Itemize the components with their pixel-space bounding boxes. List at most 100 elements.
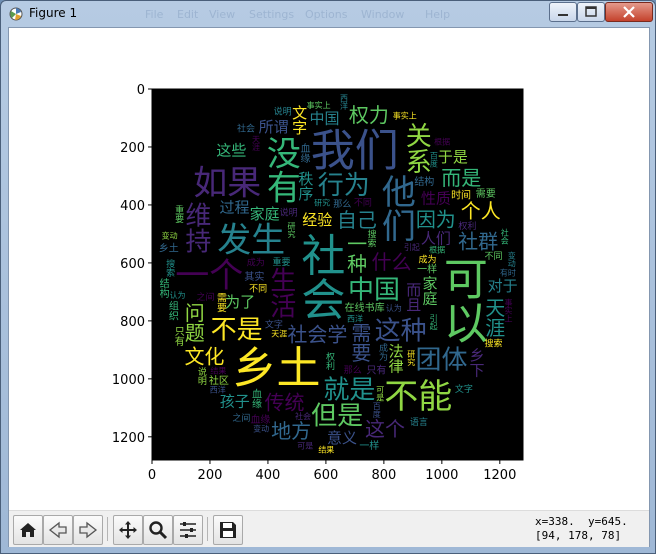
wordcloud-word: 权利	[324, 351, 335, 370]
wordcloud-word: 家庭	[421, 275, 439, 306]
save-button[interactable]	[213, 515, 243, 545]
wordcloud-word: 那么	[344, 365, 362, 376]
wordcloud-word: 结构	[414, 175, 434, 188]
wordcloud-word: 社会	[295, 411, 311, 421]
wordcloud-word: 生活	[266, 266, 296, 318]
window-client-area: 我们 社会 可以 乡土 一个 他们 没有 如果 不能 发生 这种 就是 但是 不是 生活 团体 中国 维持 关系 行为…	[8, 27, 650, 547]
navigation-toolbar: x=338. y=645. [94, 178, 78]	[9, 510, 649, 547]
wordcloud-word: 百度	[429, 152, 438, 169]
home-button[interactable]	[13, 515, 43, 545]
wordcloud-word: 文字	[265, 318, 283, 330]
wordcloud-word: 认为	[170, 290, 186, 300]
wordcloud-word: 家庭	[250, 205, 280, 223]
wordcloud-word: 社会	[293, 232, 344, 320]
x-tick-label: 0	[148, 468, 156, 483]
wordcloud-word: 不同	[249, 284, 267, 295]
wordcloud-word: 孩子	[220, 393, 250, 411]
configure-subplots-button[interactable]	[173, 515, 203, 545]
wordcloud-word: 秩序	[296, 171, 314, 202]
wordcloud-word: 我们	[311, 125, 399, 176]
wordcloud-word: 意义	[327, 429, 357, 447]
zoom-icon	[149, 521, 168, 540]
wordcloud-word: 成为	[247, 257, 265, 269]
toolbar-separator	[207, 517, 208, 541]
wordcloud-word: 乡土	[159, 242, 179, 255]
x-tick-label: 600	[313, 468, 338, 483]
wordcloud-word: 结构	[157, 277, 169, 299]
menu-hint-options: Options	[305, 8, 348, 21]
menu-hint-settings: Settings	[249, 8, 295, 21]
wordcloud-word: 血缘	[249, 388, 261, 409]
forward-button[interactable]	[73, 515, 103, 545]
wordcloud-word: 西洋	[347, 314, 363, 324]
wordcloud-word: 行为	[318, 171, 370, 201]
wordcloud-word: 自己	[337, 208, 377, 232]
y-tick-label: 0	[137, 83, 145, 98]
wordcloud-word: 一种	[344, 234, 368, 274]
wordcloud-word: 天涯	[482, 297, 506, 337]
wordcloud-word: 一样	[417, 262, 437, 275]
menu-hint-edit: Edit	[177, 8, 199, 21]
wordcloud-word: 权力	[349, 103, 389, 127]
wordcloud-word: 不同	[354, 198, 372, 209]
wordcloud-word: 社会学	[287, 323, 347, 347]
menu-hint-help: Help	[425, 8, 451, 21]
wordcloud-word: 这个	[365, 417, 405, 441]
x-tick-label: 1200	[483, 468, 516, 483]
wordcloud-word: 根据	[434, 136, 450, 146]
wordcloud-word: 性质	[421, 189, 451, 207]
wordcloud-word: 可是	[297, 441, 313, 450]
wordcloud-word: 百度	[372, 402, 381, 419]
cursor-rgb-readout: [94, 178, 78]	[535, 529, 622, 542]
wordcloud-word: 没有	[260, 136, 300, 204]
wordcloud-word: 地方	[271, 419, 311, 443]
wordcloud-word: 认为	[386, 303, 402, 313]
wordcloud-word: 天涯	[252, 135, 261, 152]
figure-window: Figure 1 File Edit View Settings Options…	[0, 0, 656, 554]
wordcloud-word: 文字	[455, 383, 473, 395]
wordcloud-word: 语言	[410, 416, 428, 428]
wordcloud-word: 权利	[458, 220, 476, 232]
wordcloud-word: 一样	[359, 439, 379, 452]
wordcloud-word: 不是	[211, 316, 263, 346]
wordcloud-word: 变动	[253, 424, 269, 434]
wordcloud-word: 所谓	[259, 118, 289, 136]
menu-hint-window: Window	[361, 8, 405, 21]
pan-button[interactable]	[113, 515, 143, 545]
wordcloud-word: 事实上	[307, 100, 331, 110]
minimize-button[interactable]	[549, 2, 577, 22]
wordcloud-word: 成为	[377, 342, 388, 362]
wordcloud-word: 说明	[280, 207, 298, 219]
wordcloud-word: 天涯	[271, 330, 287, 339]
wordcloud-word: 中国	[348, 275, 400, 305]
zoom-button[interactable]	[143, 515, 173, 545]
x-tick-label: 1000	[425, 468, 458, 483]
back-button[interactable]	[43, 515, 73, 545]
y-tick-label: 400	[120, 199, 145, 214]
wordcloud-word: 乡土	[232, 343, 320, 394]
wordcloud-word: 过程	[220, 199, 250, 217]
close-button[interactable]	[605, 2, 653, 22]
cursor-coordinates: x=338. y=645. [94, 178, 78]	[535, 515, 628, 543]
figure-canvas[interactable]: 我们 社会 可以 乡土 一个 他们 没有 如果 不能 发生 这种 就是 但是 不是 生活 团体 中国 维持 关系 行为…	[9, 28, 649, 510]
wordcloud-word: 变动	[162, 231, 178, 241]
wordcloud-word: 文字	[290, 105, 308, 135]
wordcloud-word: 而是	[441, 166, 481, 190]
back-icon	[48, 521, 67, 539]
wordcloud-word: 关系	[401, 122, 431, 174]
wordcloud-word: 需要	[348, 323, 372, 363]
wordcloud-word: 搜索	[164, 258, 175, 277]
maximize-button[interactable]	[577, 2, 605, 22]
y-tick-label: 600	[120, 257, 145, 272]
wordcloud-word: 根据	[429, 245, 445, 255]
wordcloud-word: 其实	[244, 270, 264, 283]
wordcloud-word: 组织	[166, 300, 178, 322]
title-bar[interactable]: Figure 1 File Edit View Settings Options…	[1, 1, 655, 27]
wordcloud-word: 为了	[225, 293, 255, 311]
wordcloud-word: 只有	[366, 363, 386, 376]
cursor-xy-readout: x=338. y=645.	[535, 515, 628, 528]
y-tick-label: 1200	[112, 431, 145, 446]
wordcloud-word: 法律	[387, 343, 405, 373]
wordcloud-word: 在线书库	[345, 301, 385, 314]
x-axis: 0 200 400 600 800 1000 1200	[148, 460, 516, 483]
